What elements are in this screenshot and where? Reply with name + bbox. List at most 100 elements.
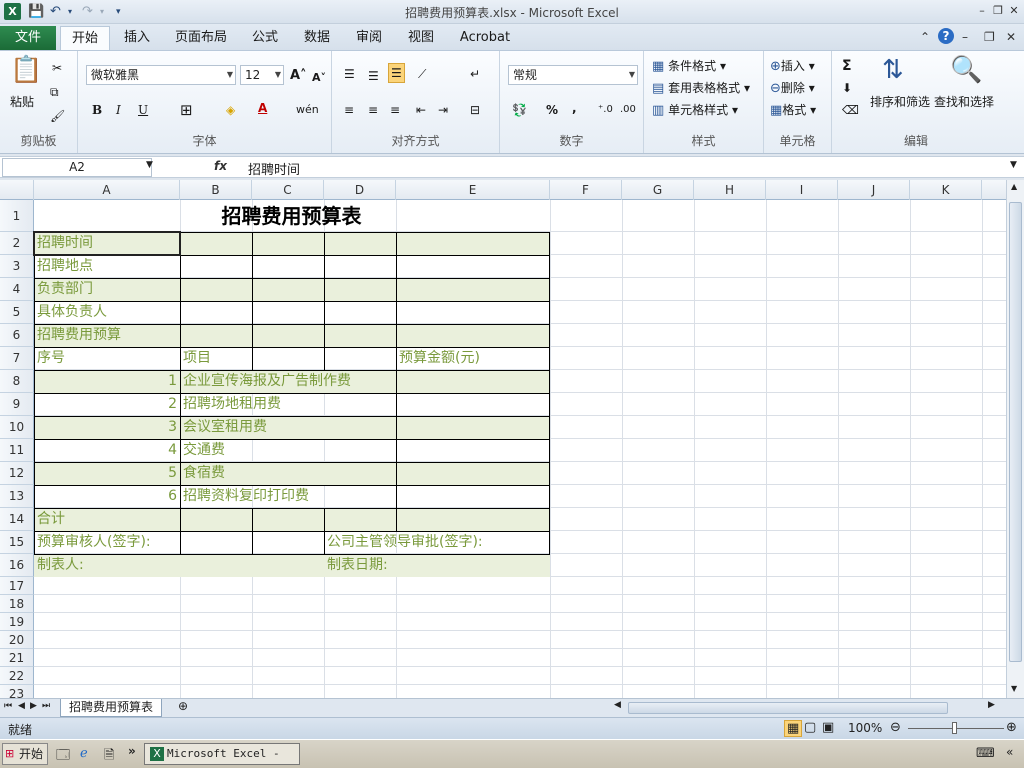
cell-a14[interactable]: 合计 — [34, 508, 65, 530]
borders-icon[interactable]: ⊞ — [180, 101, 193, 119]
align-center-icon[interactable]: ≡ — [368, 101, 378, 119]
cell-item-name[interactable]: 企业宣传海报及广告制作费 — [180, 370, 351, 392]
align-middle-icon[interactable]: ☰ — [368, 67, 379, 85]
cell-item-name[interactable]: 交通费 — [180, 439, 225, 461]
quicklaunch-icon[interactable]: 🗔 — [56, 746, 70, 768]
minimize-button[interactable]: – — [974, 3, 990, 19]
row-header[interactable]: 17 — [0, 577, 34, 595]
tab-view[interactable]: 视图 — [398, 26, 444, 50]
sort-filter-icon[interactable]: ⇅ — [882, 55, 904, 85]
cell-d16[interactable]: 制表日期: — [324, 554, 388, 576]
increase-decimal-icon[interactable]: ⁺.0 — [598, 101, 613, 119]
cell-a4[interactable]: 负责部门 — [34, 278, 93, 300]
row-header[interactable]: 6 — [0, 324, 34, 347]
cell-item-no[interactable]: 4 — [34, 439, 180, 461]
last-sheet-icon[interactable]: ⏭ — [42, 701, 50, 711]
delete-cells-button[interactable]: ⊖删除 ▾ — [770, 79, 815, 98]
scroll-right-icon[interactable]: ▶ — [988, 700, 995, 710]
cell-item-name[interactable]: 会议室租用费 — [180, 416, 267, 438]
tab-home[interactable]: 开始 — [60, 26, 110, 50]
row-header[interactable]: 5 — [0, 301, 34, 324]
tab-page-layout[interactable]: 页面布局 — [170, 26, 232, 50]
cell-item-no[interactable]: 5 — [34, 462, 180, 484]
format-as-table-button[interactable]: ▤ 套用表格格式 ▾ — [652, 79, 750, 98]
tab-review[interactable]: 审阅 — [346, 26, 392, 50]
row-header[interactable]: 12 — [0, 462, 34, 485]
align-left-icon[interactable]: ≡ — [344, 101, 354, 119]
row-header[interactable]: 15 — [0, 531, 34, 554]
help-icon[interactable]: ? — [938, 28, 954, 44]
cell-a5[interactable]: 具体负责人 — [34, 301, 107, 323]
tray-expand-icon[interactable]: « — [1006, 745, 1013, 759]
cell-d15[interactable]: 公司主管领导审批(签字): — [324, 531, 483, 553]
quicklaunch-icon[interactable]: 🗎 — [104, 746, 114, 768]
cell-a16[interactable]: 制表人: — [34, 554, 84, 576]
column-header[interactable]: K — [910, 180, 982, 200]
row-header[interactable]: 13 — [0, 485, 34, 508]
tab-formulas[interactable]: 公式 — [242, 26, 288, 50]
expand-formula-bar-icon[interactable]: ▼ — [1010, 160, 1017, 170]
binoculars-icon[interactable]: 🔍 — [950, 55, 982, 85]
cell-item-no[interactable]: 2 — [34, 393, 180, 415]
zoom-slider-thumb[interactable] — [952, 722, 957, 734]
worksheet-grid[interactable]: A B C D E F G H I J K 1 2 3 4 5 6 7 8 9 10 11 12 13 1… — [0, 180, 1006, 698]
row-header[interactable]: 8 — [0, 370, 34, 393]
column-header[interactable]: A — [34, 180, 180, 200]
collapse-ribbon-icon[interactable]: ⌃ — [920, 30, 930, 44]
merge-center-icon[interactable]: ⊟ — [470, 101, 480, 119]
decrease-indent-icon[interactable]: ⇤ — [416, 101, 426, 119]
format-cells-button[interactable]: ▦格式 ▾ — [770, 101, 816, 120]
font-size-combo[interactable]: 12 ▼ — [240, 65, 284, 85]
italic-button[interactable]: I — [116, 101, 121, 119]
autosum-button[interactable]: Σ — [842, 57, 852, 75]
horizontal-scroll-thumb[interactable] — [628, 702, 948, 714]
format-painter-icon[interactable]: 🖌 — [50, 107, 65, 125]
ie-icon[interactable]: ℯ — [80, 746, 88, 761]
sheet-title[interactable]: 招聘费用预算表 — [34, 200, 549, 232]
select-all-corner[interactable] — [0, 180, 34, 200]
scroll-left-icon[interactable]: ◀ — [614, 700, 621, 710]
row-header[interactable]: 9 — [0, 393, 34, 416]
cell-item-no[interactable]: 1 — [34, 370, 180, 392]
column-header[interactable]: J — [838, 180, 910, 200]
clear-icon[interactable]: ⌫ — [842, 101, 859, 119]
align-right-icon[interactable]: ≡ — [390, 101, 400, 119]
cell-item-name[interactable]: 食宿费 — [180, 462, 225, 484]
find-select-button[interactable]: 查找和选择 — [934, 93, 994, 111]
chevron-down-icon[interactable]: ▼ — [146, 160, 153, 170]
shrink-font-icon[interactable]: A˅ — [312, 69, 326, 87]
copy-icon[interactable]: ⧉ — [50, 83, 59, 101]
cell-styles-button[interactable]: ▥ 单元格样式 ▾ — [652, 101, 738, 120]
row-header[interactable]: 20 — [0, 631, 34, 649]
row-header[interactable]: 1 — [0, 200, 34, 232]
cell-a6[interactable]: 招聘费用预算 — [34, 324, 121, 346]
taskbar-excel-button[interactable]: Microsoft Excel - ... — [144, 743, 300, 768]
tab-data[interactable]: 数据 — [294, 26, 340, 50]
grow-font-icon[interactable]: A˄ — [290, 67, 307, 85]
orientation-icon[interactable]: ⟋ — [418, 65, 426, 83]
keyboard-icon[interactable]: ⌨ — [976, 746, 995, 761]
cell-a15[interactable]: 预算审核人(签字): — [34, 531, 151, 553]
quicklaunch-more-icon[interactable]: » — [128, 744, 136, 758]
restore-button[interactable]: ❐ — [990, 3, 1006, 19]
normal-view-icon[interactable]: ▦ — [784, 720, 803, 737]
font-color-icon[interactable]: A — [258, 99, 267, 117]
first-sheet-icon[interactable]: ⏮ — [4, 701, 12, 711]
row-header[interactable]: 16 — [0, 554, 34, 577]
scroll-up-icon[interactable]: ▲ — [1011, 182, 1017, 191]
cell-item-name[interactable]: 招聘资料复印打印费 — [180, 485, 309, 507]
tab-file[interactable]: 文件 — [0, 26, 56, 50]
paste-button[interactable]: 粘贴 — [10, 93, 34, 111]
number-format-combo[interactable]: 常规 ▼ — [508, 65, 638, 85]
tab-acrobat[interactable]: Acrobat — [454, 26, 516, 50]
next-sheet-icon[interactable]: ▶ — [30, 701, 37, 711]
column-header[interactable]: F — [550, 180, 622, 200]
comma-style-button[interactable]: , — [572, 99, 577, 117]
page-layout-view-icon[interactable]: ▢ — [804, 720, 816, 735]
zoom-out-icon[interactable]: ⊖ — [890, 720, 901, 735]
column-header[interactable]: E — [396, 180, 550, 200]
prev-sheet-icon[interactable]: ◀ — [18, 701, 25, 711]
name-box[interactable]: A2 — [2, 158, 152, 177]
column-header[interactable]: D — [324, 180, 396, 200]
scroll-down-icon[interactable]: ▼ — [1011, 684, 1017, 693]
